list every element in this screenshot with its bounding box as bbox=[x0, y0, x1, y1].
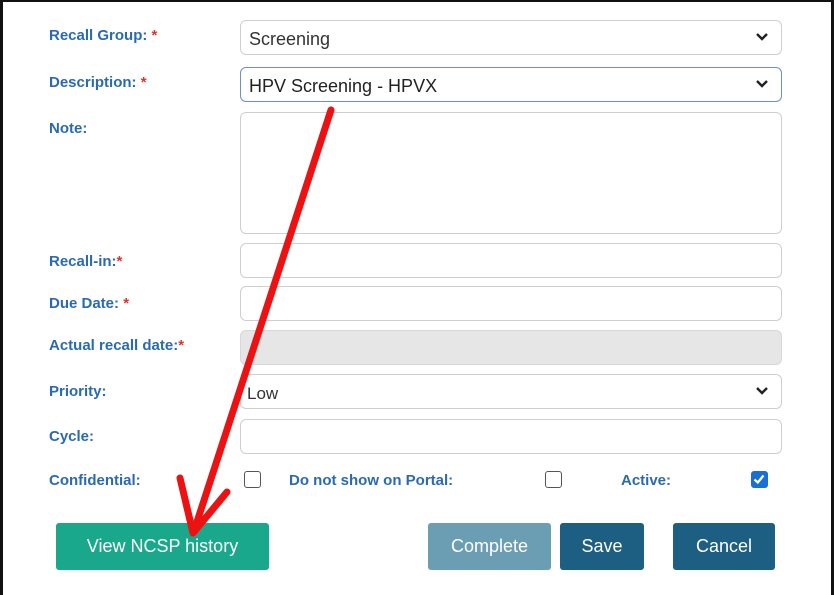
red-arrow-annotation bbox=[176, 106, 335, 537]
arrow-shaft bbox=[191, 106, 335, 532]
